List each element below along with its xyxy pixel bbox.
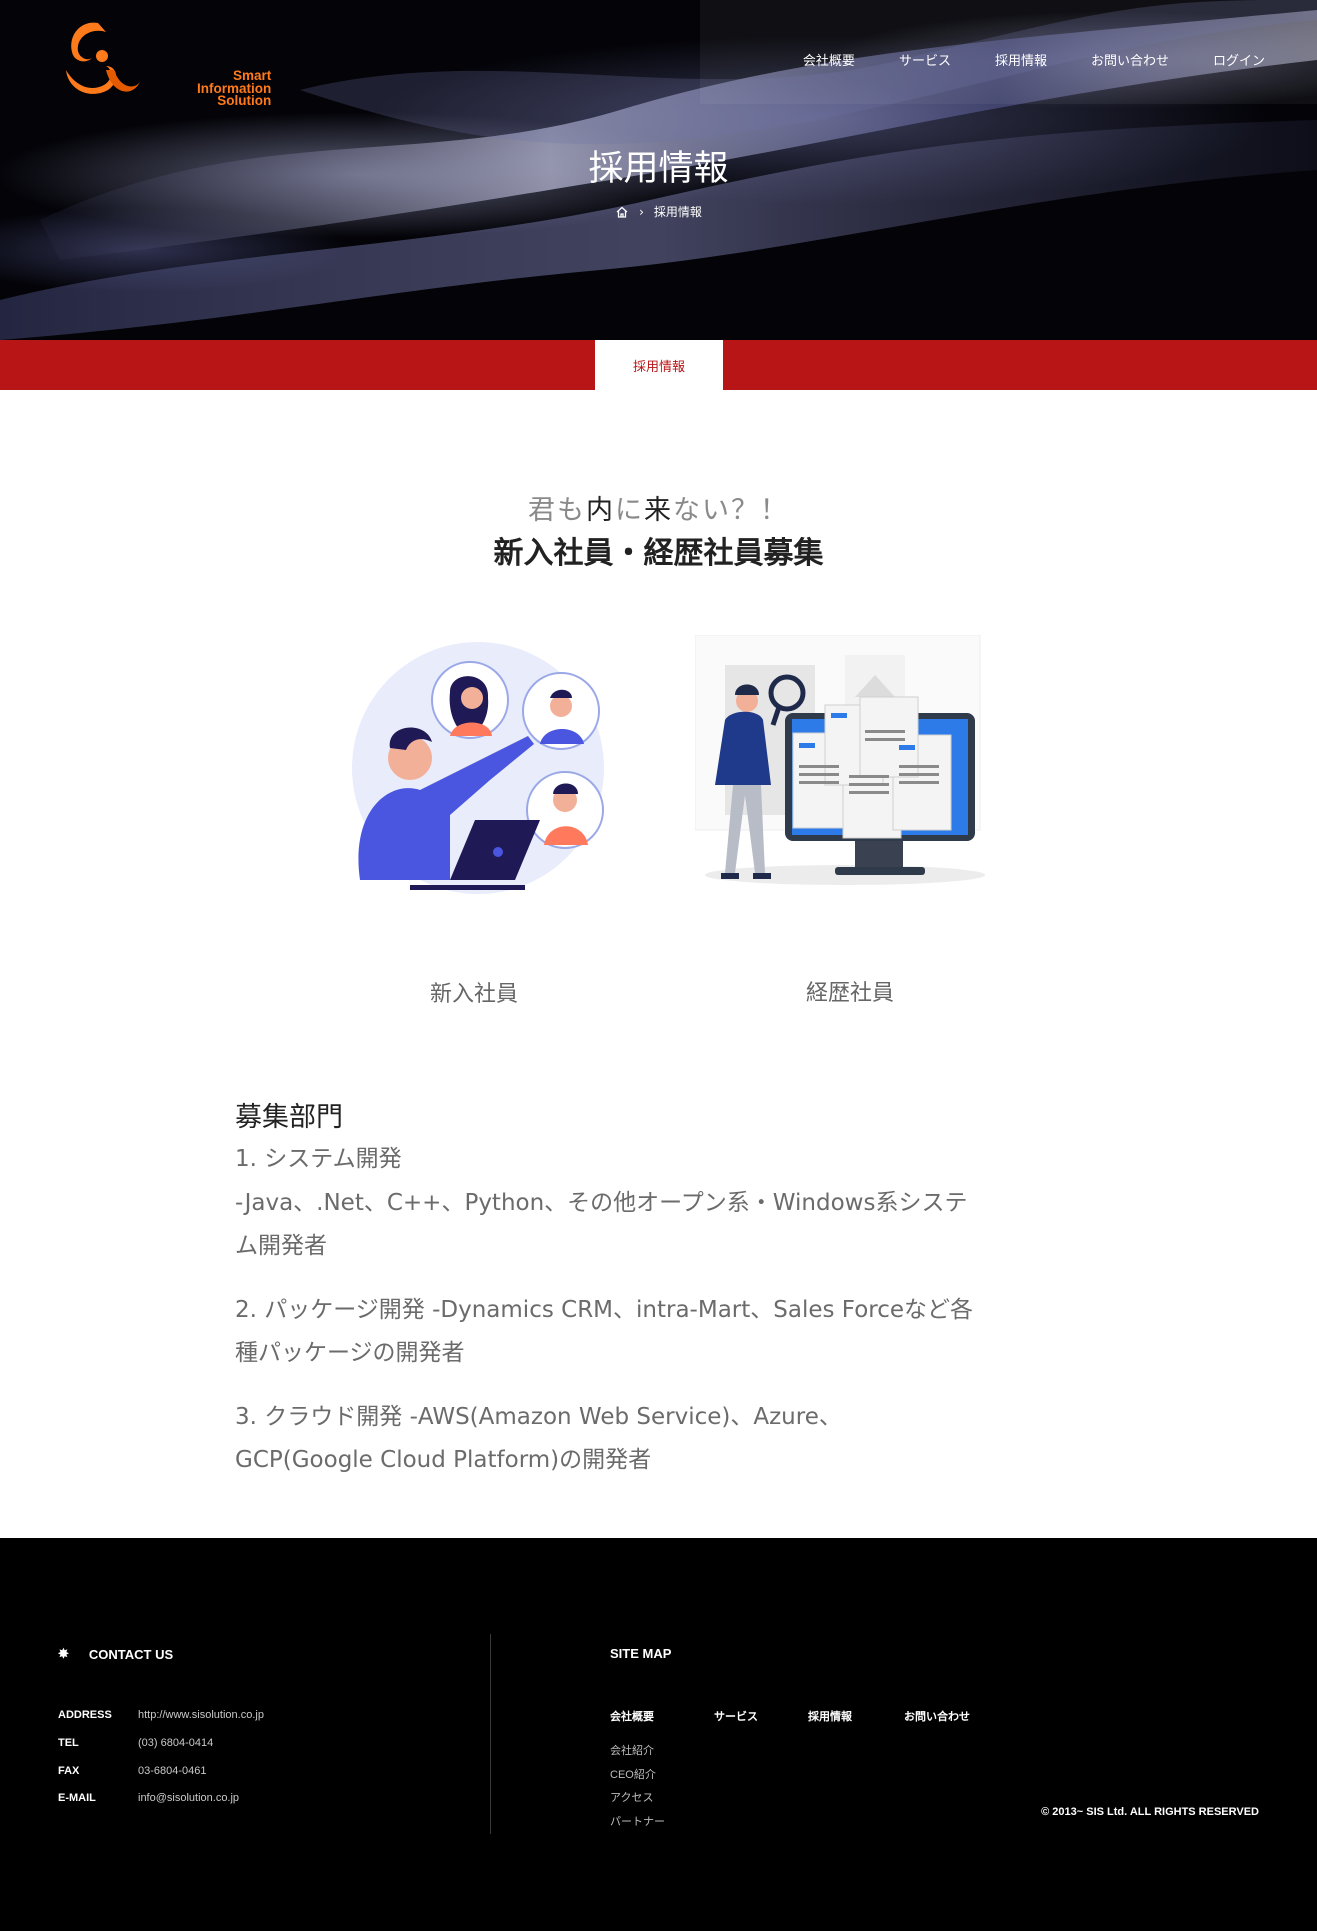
logo-text: Smart Information Solution <box>197 69 272 108</box>
sitemap-link-contact[interactable]: お問い合わせ <box>904 1708 970 1724</box>
sitemap-sub-partner[interactable]: パートナー <box>610 1813 665 1829</box>
breadcrumb: › 採用情報 <box>0 203 1317 220</box>
breadcrumb-current: 採用情報 <box>653 205 702 219</box>
card-caption-new-graduate[interactable]: 新入社員 <box>374 976 574 1008</box>
contact-fax-value: 03-6804-0461 <box>138 1765 207 1777</box>
contact-address-value[interactable]: http://www.sisolution.co.jp <box>138 1709 264 1721</box>
contact-fax: FAX 03-6804-0461 <box>58 1765 207 1777</box>
sitemap-link-recruit[interactable]: 採用情報 <box>808 1708 904 1724</box>
card-caption-experienced[interactable]: 経歴社員 <box>750 975 950 1007</box>
hero-banner: Smart Information Solution 会社概要 サービス 採用情… <box>0 0 1317 340</box>
tab-recruit[interactable]: 採用情報 <box>595 340 723 390</box>
logo-mark-icon <box>66 22 140 94</box>
item-package-dev: 2. パッケージ開発 -Dynamics CRM、intra-Mart、Sale… <box>235 1297 974 1366</box>
contact-email-value[interactable]: info@sisolution.co.jp <box>138 1792 239 1804</box>
experienced-hire-illustration[interactable] <box>695 635 1000 890</box>
breadcrumb-separator-icon: › <box>639 204 644 219</box>
headline: 新入社員・経歴社員募集 <box>493 536 824 571</box>
sitemap-heading: SITE MAP <box>610 1646 672 1661</box>
contact-tel-value[interactable]: (03) 6804-0414 <box>138 1737 213 1749</box>
new-graduate-illustration[interactable] <box>350 640 610 900</box>
nav-recruit[interactable]: 採用情報 <box>995 50 1047 69</box>
logo-line-3: Solution <box>217 93 272 108</box>
tagline-part-4: 来 <box>644 495 673 526</box>
nav-services[interactable]: サービス <box>899 50 951 69</box>
tagline-part-5: ない？！ <box>673 495 789 526</box>
sparkle-icon: ✸ <box>58 1646 69 1661</box>
home-icon[interactable] <box>615 205 629 219</box>
sitemap-main-links: 会社概要 サービス 採用情報 お問い合わせ <box>610 1708 970 1724</box>
nav-company[interactable]: 会社概要 <box>803 50 855 69</box>
copyright: © 2013~ SIS Ltd. ALL RIGHTS RESERVED <box>1041 1806 1259 1818</box>
tagline-part-1: 君も <box>528 495 586 526</box>
footer: ✸ CONTACT US ADDRESS http://www.sisoluti… <box>0 1538 1317 1931</box>
sitemap-sub-ceo[interactable]: CEO紹介 <box>610 1766 656 1782</box>
contact-fax-label: FAX <box>58 1765 80 1777</box>
item-system-dev-detail: -Java、.Net、C++、Python、その他オープン系・Windows系シ… <box>235 1190 968 1259</box>
main-nav: 会社概要 サービス 採用情報 お問い合わせ ログイン <box>803 50 1265 69</box>
sitemap-link-company[interactable]: 会社概要 <box>610 1708 714 1724</box>
footer-divider <box>490 1634 491 1834</box>
nav-login[interactable]: ログイン <box>1213 50 1265 69</box>
item-cloud-dev: 3. クラウド開発 -AWS(Amazon Web Service)、Azure… <box>235 1404 842 1473</box>
sitemap-link-services[interactable]: サービス <box>714 1708 808 1724</box>
nav-contact[interactable]: お問い合わせ <box>1091 50 1169 69</box>
sitemap-sub-access[interactable]: アクセス <box>610 1789 653 1805</box>
logo[interactable]: Smart Information Solution <box>62 18 271 107</box>
contact-heading: ✸ CONTACT US <box>58 1646 173 1662</box>
tagline-part-2: 内 <box>586 495 615 526</box>
contact-tel: TEL (03) 6804-0414 <box>58 1737 213 1749</box>
contact-email-label: E-MAIL <box>58 1792 96 1804</box>
tagline: 君も内に来ない？！ <box>0 488 1317 527</box>
contact-tel-label: TEL <box>58 1737 79 1749</box>
sitemap-sub-company-intro[interactable]: 会社紹介 <box>610 1742 654 1758</box>
page-title: 採用情報 <box>588 149 729 189</box>
contact-email: E-MAIL info@sisolution.co.jp <box>58 1792 239 1804</box>
item-system-dev: 1. システム開発 <box>235 1146 402 1172</box>
section-title: 募集部門 <box>235 1102 343 1133</box>
tagline-part-3: に <box>615 495 644 526</box>
contact-address: ADDRESS http://www.sisolution.co.jp <box>58 1709 264 1721</box>
contact-address-label: ADDRESS <box>58 1709 112 1721</box>
contact-heading-label: CONTACT US <box>88 1646 174 1662</box>
